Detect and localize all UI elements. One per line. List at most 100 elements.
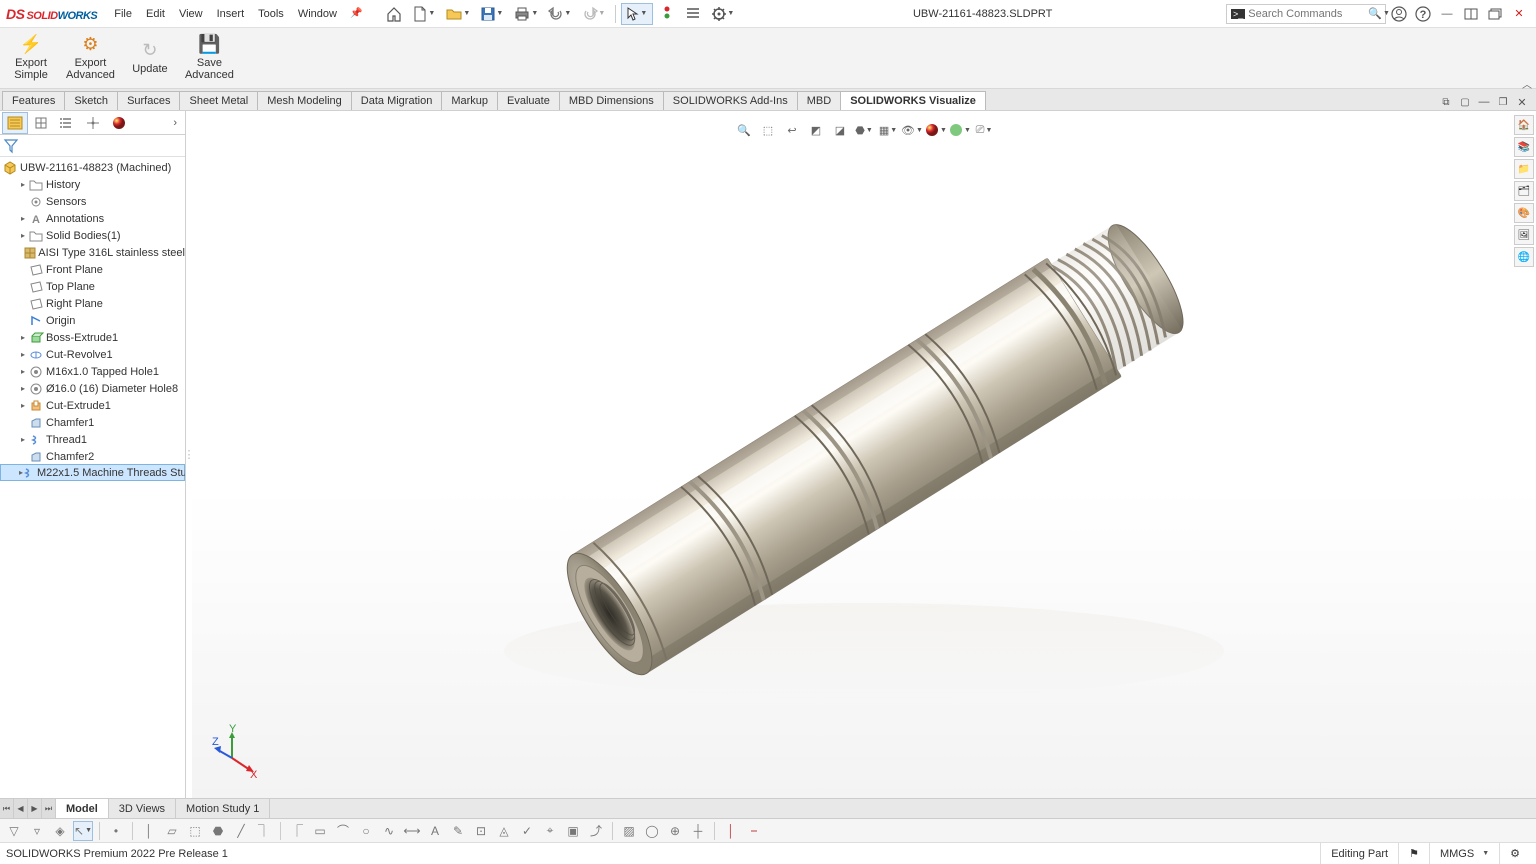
tree-item[interactable]: ▸Boss-Extrude1	[0, 329, 185, 346]
zoom-area-icon[interactable]: ⬚	[757, 119, 779, 141]
home-icon[interactable]	[382, 3, 406, 25]
graphics-viewport[interactable]: 🔍 ⬚ ↩ ◩ ◪ ⬣▼ ▦▼ 👁▼ ▼ ▼ ⎚▼	[192, 111, 1536, 798]
list-icon[interactable]	[681, 3, 705, 25]
menu-window[interactable]: Window	[291, 4, 344, 24]
restore-button[interactable]	[1484, 3, 1506, 25]
bt-gtol-icon[interactable]: ⊡	[471, 821, 491, 841]
bt-vert-icon[interactable]: │	[139, 821, 159, 841]
tree-item[interactable]: Origin	[0, 312, 185, 329]
bt-rect-icon[interactable]: ▭	[310, 821, 330, 841]
user-account-icon[interactable]	[1388, 3, 1410, 25]
view-orientation-icon[interactable]: ⬣▼	[853, 119, 875, 141]
tree-item[interactable]: Front Plane	[0, 261, 185, 278]
tree-item[interactable]: ▸Solid Bodies(1)	[0, 227, 185, 244]
task-file-explorer-icon[interactable]: 🗂	[1514, 181, 1534, 201]
bt-filter2-icon[interactable]: ▿	[27, 821, 47, 841]
doc-window-tile-icon[interactable]: ▢	[1457, 94, 1473, 110]
section-view-icon[interactable]: ◩	[805, 119, 827, 141]
menu-edit[interactable]: Edit	[139, 4, 172, 24]
tree-item[interactable]: AISI Type 316L stainless steel	[0, 244, 185, 261]
view-tab-first-icon[interactable]: ⏮	[0, 799, 14, 818]
property-manager-tab[interactable]	[28, 112, 54, 134]
undo-button[interactable]: ▼	[544, 3, 576, 25]
ribbon-collapse-chevron[interactable]: ︿	[1522, 76, 1532, 91]
bt-text-icon[interactable]: A	[425, 821, 445, 841]
task-appearances-icon[interactable]: 🖼	[1514, 225, 1534, 245]
bt-ext1-icon[interactable]: ⬚	[185, 821, 205, 841]
close-button[interactable]: ✕	[1508, 3, 1530, 25]
cmd-tab-data-migration[interactable]: Data Migration	[351, 91, 443, 110]
bt-dim-icon[interactable]: ⟷	[402, 821, 422, 841]
cmd-tab-surfaces[interactable]: Surfaces	[117, 91, 180, 110]
search-input[interactable]	[1248, 8, 1368, 20]
task-custom-props-icon[interactable]: 🌐	[1514, 247, 1534, 267]
configuration-tab[interactable]	[54, 112, 80, 134]
bt-filter3-icon[interactable]: ◈	[50, 821, 70, 841]
ribbon-save-advanced[interactable]: 💾SaveAdvanced	[177, 30, 242, 86]
orientation-triad[interactable]: Y X Z	[212, 728, 262, 778]
tree-item[interactable]: Right Plane	[0, 295, 185, 312]
doc-restore-icon[interactable]: ❐	[1495, 94, 1511, 110]
cmd-tab-evaluate[interactable]: Evaluate	[497, 91, 560, 110]
bt-ext2-icon[interactable]: ⬣	[208, 821, 228, 841]
cmd-tab-mbd-dimensions[interactable]: MBD Dimensions	[559, 91, 664, 110]
tree-item[interactable]: Top Plane	[0, 278, 185, 295]
appearance-icon[interactable]: ▼	[925, 119, 947, 141]
bt-balloon-icon[interactable]: ◯	[642, 821, 662, 841]
status-units[interactable]: MMGS▼	[1429, 843, 1499, 864]
tree-item[interactable]: ▸Cut-Extrude1	[0, 397, 185, 414]
minimize-button[interactable]: —	[1436, 3, 1458, 25]
view-tab-last-icon[interactable]: ⏭	[42, 799, 56, 818]
zoom-fit-icon[interactable]: 🔍	[733, 119, 755, 141]
redo-button[interactable]: ▼	[578, 3, 610, 25]
task-resources-icon[interactable]: 📚	[1514, 137, 1534, 157]
dynamic-section-icon[interactable]: ◪	[829, 119, 851, 141]
display-tab[interactable]	[106, 112, 132, 134]
tree-item[interactable]: Sensors	[0, 193, 185, 210]
menu-tools[interactable]: Tools	[251, 4, 291, 24]
pin-icon[interactable]: 📌	[350, 8, 362, 19]
tree-item[interactable]: ▸M22x1.5 Machine Threads Stud1	[0, 464, 185, 481]
bt-filter-icon[interactable]: ▽	[4, 821, 24, 841]
bt-surffin-icon[interactable]: ✓	[517, 821, 537, 841]
traffic-light-icon[interactable]	[655, 3, 679, 25]
bt-block-icon[interactable]: ▣	[563, 821, 583, 841]
tree-item[interactable]: ▸Thread1	[0, 431, 185, 448]
help-icon[interactable]: ?	[1412, 3, 1434, 25]
options-gear-button[interactable]: ▼	[707, 3, 739, 25]
bt-datum-icon[interactable]: ◬	[494, 821, 514, 841]
status-settings-icon[interactable]: ⚙	[1499, 843, 1530, 864]
view-tab-prev-icon[interactable]: ◀	[14, 799, 28, 818]
tree-item[interactable]: ▸Cut-Revolve1	[0, 346, 185, 363]
screen-capture-icon[interactable]: ⎚▼	[973, 119, 995, 141]
bt-line-icon[interactable]: ⎾	[287, 821, 307, 841]
bt-select-icon[interactable]: ↖▼	[73, 821, 93, 841]
menu-view[interactable]: View	[172, 4, 210, 24]
bt-weld-icon[interactable]: ⌖	[540, 821, 560, 841]
tree-filter-row[interactable]	[0, 135, 185, 157]
new-doc-button[interactable]: ▼	[408, 3, 440, 25]
cmd-tab-mbd[interactable]: MBD	[797, 91, 841, 110]
doc-minimize-icon[interactable]: —	[1476, 94, 1492, 110]
menu-insert[interactable]: Insert	[210, 4, 252, 24]
bt-center-icon[interactable]: ⊕	[665, 821, 685, 841]
tree-item[interactable]: ▸History	[0, 176, 185, 193]
tree-item[interactable]: Chamfer2	[0, 448, 185, 465]
bt-red2-icon[interactable]: ⎯	[744, 821, 764, 841]
ribbon-export-advanced[interactable]: ⚙ExportAdvanced	[58, 30, 123, 86]
tree-item[interactable]: Chamfer1	[0, 414, 185, 431]
bt-arc-icon[interactable]: ⌒	[333, 821, 353, 841]
task-design-library-icon[interactable]: 📁	[1514, 159, 1534, 179]
cmd-tab-features[interactable]: Features	[2, 91, 65, 110]
cmd-tab-sketch[interactable]: Sketch	[64, 91, 118, 110]
search-commands[interactable]: >_ 🔍 ▼	[1226, 4, 1386, 24]
cmd-tab-mesh-modeling[interactable]: Mesh Modeling	[257, 91, 352, 110]
task-view-palette-icon[interactable]: 🎨	[1514, 203, 1534, 223]
doc-window-new-icon[interactable]: ⧉	[1438, 94, 1454, 110]
cmd-tab-markup[interactable]: Markup	[441, 91, 498, 110]
search-icon[interactable]: 🔍	[1368, 7, 1382, 20]
scene-icon[interactable]: ▼	[949, 119, 971, 141]
bt-spline-icon[interactable]: ∿	[379, 821, 399, 841]
feature-tree-tab[interactable]	[2, 112, 28, 134]
view-tab-3d-views[interactable]: 3D Views	[109, 799, 176, 818]
